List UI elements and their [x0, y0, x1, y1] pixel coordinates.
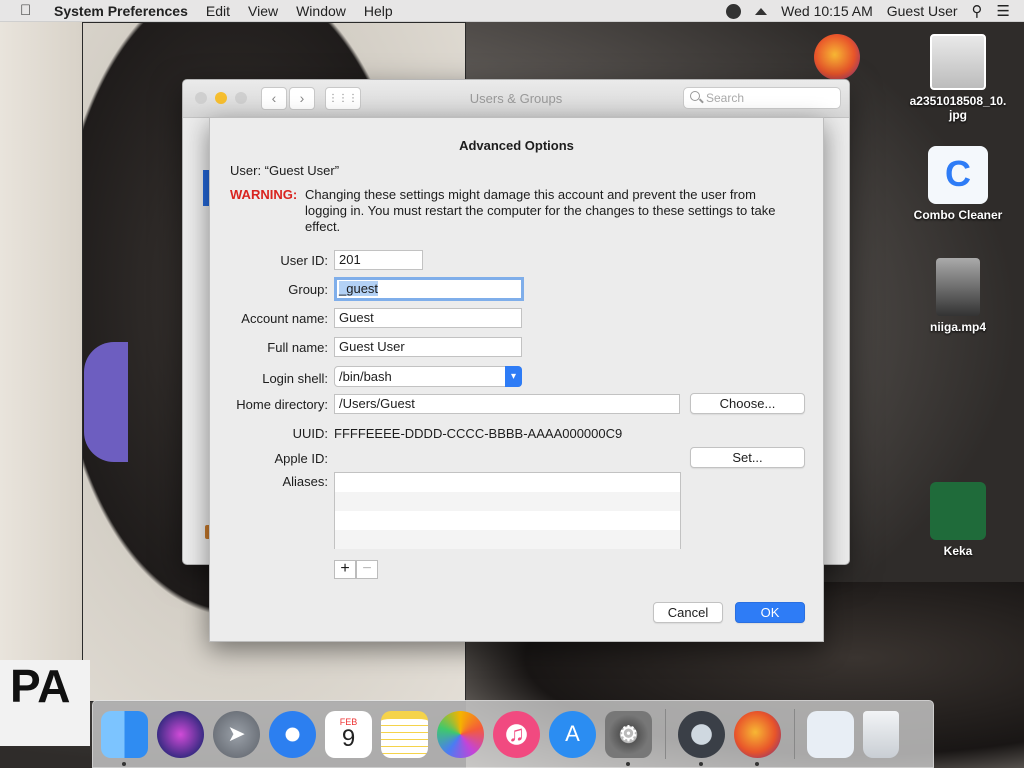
- keka-icon: [930, 482, 986, 540]
- login-shell-label: Login shell:: [262, 371, 328, 386]
- list-item: [335, 473, 680, 492]
- home-directory-row: Home directory: /Users/Guest Choose...: [210, 393, 825, 417]
- home-directory-label: Home directory:: [236, 397, 328, 412]
- warning-text: Changing these settings might damage thi…: [305, 187, 776, 234]
- dock-launchpad-icon[interactable]: ➤: [213, 710, 260, 758]
- full-name-label: Full name:: [267, 340, 328, 355]
- menu-view[interactable]: View: [248, 3, 278, 19]
- choose-button[interactable]: Choose...: [690, 393, 805, 414]
- dock-safari-icon[interactable]: [269, 710, 316, 758]
- dock-system-preferences-icon[interactable]: ⚙: [605, 710, 652, 766]
- advanced-options-sheet: Advanced Options User: “Guest User” WARN…: [209, 117, 824, 642]
- account-name-label: Account name:: [241, 311, 328, 326]
- group-row: Group: _guest: [210, 277, 825, 301]
- user-id-row: User ID: 201: [210, 249, 825, 273]
- set-apple-id-button[interactable]: Set...: [690, 447, 805, 468]
- dock-downloads-icon[interactable]: [807, 710, 854, 758]
- dock-siri-icon[interactable]: [157, 710, 204, 758]
- aliases-list[interactable]: [334, 472, 681, 549]
- menu-user[interactable]: Guest User: [887, 3, 958, 19]
- wallpaper: [0, 22, 82, 702]
- aliases-label: Aliases:: [282, 474, 328, 489]
- account-name-row: Account name: Guest: [210, 307, 825, 331]
- photo-detail: [84, 342, 128, 462]
- login-shell-value: /bin/bash: [339, 369, 392, 384]
- uuid-label: UUID:: [292, 426, 328, 441]
- menu-window[interactable]: Window: [296, 3, 346, 19]
- image-file-icon: [930, 34, 986, 90]
- chevron-down-icon: ▾: [505, 366, 522, 387]
- group-label: Group:: [288, 282, 328, 297]
- apple-id-label: Apple ID:: [274, 451, 328, 466]
- window-titlebar: ‹ › ⋮⋮⋮ Users & Groups Search: [183, 80, 849, 118]
- apple-menu-icon[interactable]: : [20, 2, 40, 19]
- sheet-title: Advanced Options: [459, 138, 574, 153]
- desktop-item-label: Keka: [943, 544, 973, 558]
- app-menu[interactable]: System Preferences: [54, 3, 188, 19]
- menu-edit[interactable]: Edit: [206, 3, 230, 19]
- video-file-icon: [936, 258, 980, 316]
- list-item: [335, 530, 680, 549]
- user-line: User: “Guest User”: [230, 163, 340, 178]
- desktop-item-image[interactable]: a2351018508_10. jpg: [903, 34, 1013, 122]
- list-item: [335, 492, 680, 511]
- search-placeholder: Search: [706, 91, 745, 105]
- combo-cleaner-icon: C: [928, 146, 988, 204]
- add-alias-button[interactable]: +: [334, 560, 356, 579]
- dock-separator: [665, 709, 666, 759]
- login-shell-row: Login shell: /bin/bash ▾: [210, 365, 825, 389]
- uuid-value: FFFFEEEE-DDDD-CCCC-BBBB-AAAA000000C9: [334, 426, 623, 441]
- eject-icon[interactable]: [755, 7, 768, 15]
- cancel-button[interactable]: Cancel: [653, 602, 723, 623]
- home-directory-field[interactable]: /Users/Guest: [334, 394, 680, 414]
- user-id-label: User ID:: [280, 253, 328, 268]
- dock-finder-icon[interactable]: [101, 710, 148, 766]
- calendar-day: 9: [341, 725, 356, 752]
- full-name-row: Full name: Guest User: [210, 336, 825, 360]
- desktop-item-keka[interactable]: Keka: [903, 482, 1013, 558]
- menu-bar:  System Preferences Edit View Window He…: [0, 0, 1024, 22]
- remove-alias-button[interactable]: −: [356, 560, 378, 579]
- apple-id-row: Apple ID: Set...: [210, 447, 825, 471]
- notification-center-icon[interactable]: ☰: [997, 2, 1010, 20]
- status-circle-icon[interactable]: [726, 3, 742, 19]
- dock-quicktime-icon[interactable]: [678, 710, 725, 766]
- uuid-row: UUID: FFFFEEEE-DDDD-CCCC-BBBB-AAAA000000…: [210, 422, 825, 446]
- desktop-item-video[interactable]: niiga.mp4: [903, 258, 1013, 334]
- dock: ➤ FEB 9 ♫ A ⚙: [92, 700, 934, 768]
- ok-button[interactable]: OK: [735, 602, 805, 623]
- desktop-item-label: niiga.mp4: [929, 320, 986, 334]
- firefox-desktop-icon[interactable]: [782, 34, 892, 84]
- list-item: [335, 511, 680, 530]
- dock-itunes-icon[interactable]: ♫: [493, 710, 540, 758]
- dock-photos-icon[interactable]: [437, 710, 484, 758]
- menu-help[interactable]: Help: [364, 3, 393, 19]
- group-field-value: _guest: [339, 281, 379, 296]
- dock-trash-icon[interactable]: [863, 710, 899, 758]
- full-name-field[interactable]: Guest User: [334, 337, 522, 357]
- dock-separator: [794, 709, 795, 759]
- search-icon: [690, 91, 700, 101]
- desktop-item-combo-cleaner[interactable]: C Combo Cleaner: [903, 146, 1013, 222]
- menu-clock[interactable]: Wed 10:15 AM: [781, 3, 873, 19]
- background-text-fragment: PA: [0, 660, 90, 746]
- warning-label: WARNING:: [230, 187, 298, 202]
- search-input[interactable]: Search: [683, 87, 841, 109]
- login-shell-popup[interactable]: /bin/bash ▾: [334, 366, 522, 387]
- dock-notes-icon[interactable]: [381, 710, 428, 758]
- desktop-item-label: a2351018508_10. jpg: [909, 94, 1007, 122]
- spotlight-icon[interactable]: ⚲: [972, 2, 983, 20]
- dock-firefox-icon[interactable]: [734, 710, 781, 766]
- desktop-item-label: Combo Cleaner: [913, 208, 1003, 222]
- group-field[interactable]: _guest: [334, 277, 524, 301]
- account-name-field[interactable]: Guest: [334, 308, 522, 328]
- user-id-field[interactable]: 201: [334, 250, 423, 270]
- dock-calendar-icon[interactable]: FEB 9: [325, 710, 372, 758]
- dock-app-store-icon[interactable]: A: [549, 710, 596, 758]
